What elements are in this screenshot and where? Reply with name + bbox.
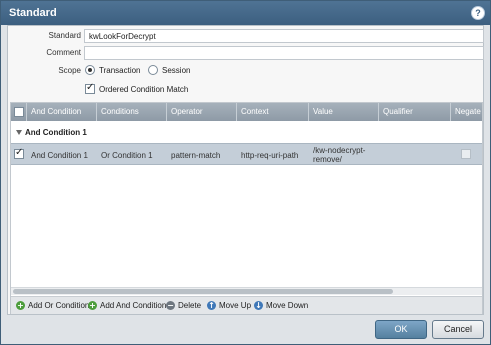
move-down-label: Move Down: [266, 301, 309, 310]
table-row[interactable]: And Condition 1 Or Condition 1 pattern-m…: [11, 143, 482, 165]
row-checkbox[interactable]: [14, 147, 24, 159]
standard-dialog: Standard Standard kwLookForDecrypt Comme…: [0, 0, 491, 345]
ok-button[interactable]: OK: [375, 320, 427, 339]
cell-and-condition: And Condition 1: [31, 151, 88, 160]
ordered-row: Ordered Condition Match: [8, 82, 483, 97]
scope-transaction-radio[interactable]: [85, 65, 95, 75]
scope-transaction-label[interactable]: Transaction: [99, 66, 141, 75]
dialog-title: Standard: [9, 7, 57, 19]
delete-label: Delete: [178, 301, 202, 310]
group-label: And Condition 1: [25, 128, 87, 137]
cell-operator: pattern-match: [171, 151, 221, 160]
horizontal-scrollbar[interactable]: [11, 287, 482, 295]
ordered-condition-checkbox[interactable]: [85, 82, 95, 94]
cell-context: http-req-uri-path: [241, 151, 299, 160]
scope-label: Scope: [58, 66, 81, 75]
col-negate[interactable]: Negate: [451, 103, 484, 121]
standard-row: Standard kwLookForDecrypt: [8, 29, 484, 43]
dialog-content: Standard kwLookForDecrypt Comment Scope …: [7, 25, 484, 315]
arrow-up-icon: ↑: [207, 301, 216, 310]
comment-label: Comment: [46, 48, 81, 57]
cell-value-line1: /kw-nodecrypt-: [313, 146, 366, 155]
add-or-condition-button[interactable]: + Add Or Condition: [16, 300, 89, 312]
minus-icon: −: [166, 301, 175, 310]
add-and-condition-label: Add And Condition: [100, 301, 167, 310]
move-up-button[interactable]: ↑ Move Up: [207, 300, 252, 312]
ordered-condition-label[interactable]: Ordered Condition Match: [99, 85, 188, 94]
col-and-condition[interactable]: And Condition: [27, 103, 97, 121]
header-select-all-cell: [11, 103, 27, 121]
scope-session-radio[interactable]: [148, 65, 158, 75]
standard-input[interactable]: kwLookForDecrypt: [84, 29, 484, 43]
cell-value-line2: remove/: [313, 155, 342, 164]
add-or-condition-label: Add Or Condition: [28, 301, 90, 310]
scrollbar-thumb[interactable]: [13, 289, 393, 294]
move-down-button[interactable]: ↓ Move Down: [254, 300, 308, 312]
cell-conditions: Or Condition 1: [101, 151, 153, 160]
plus-icon: +: [88, 301, 97, 310]
scope-session-label[interactable]: Session: [162, 66, 190, 75]
grid-toolbar: + Add Or Condition + Add And Condition −…: [11, 296, 482, 314]
col-value[interactable]: Value: [309, 103, 379, 121]
grid-header: And Condition Conditions Operator Contex…: [11, 103, 482, 121]
select-all-checkbox[interactable]: [14, 107, 24, 117]
comment-input[interactable]: [84, 46, 484, 60]
group-row[interactable]: And Condition 1: [11, 125, 482, 141]
title-bar[interactable]: Standard: [1, 1, 490, 25]
move-up-label: Move Up: [219, 301, 252, 310]
help-icon[interactable]: [471, 6, 485, 20]
plus-icon: +: [16, 301, 25, 310]
col-qualifier[interactable]: Qualifier: [379, 103, 451, 121]
conditions-grid: And Condition Conditions Operator Contex…: [10, 102, 483, 314]
arrow-down-icon: ↓: [254, 301, 263, 310]
comment-row: Comment: [8, 46, 484, 60]
add-and-condition-button[interactable]: + Add And Condition: [88, 300, 166, 312]
col-conditions[interactable]: Conditions: [97, 103, 167, 121]
cancel-button[interactable]: Cancel: [432, 320, 484, 339]
scope-row: Scope Transaction Session: [8, 64, 483, 78]
col-operator[interactable]: Operator: [167, 103, 237, 121]
col-context[interactable]: Context: [237, 103, 309, 121]
delete-button[interactable]: − Delete: [166, 300, 202, 312]
collapse-arrow-icon[interactable]: [16, 130, 22, 135]
standard-label: Standard: [48, 31, 81, 40]
negate-checkbox[interactable]: [461, 149, 471, 159]
